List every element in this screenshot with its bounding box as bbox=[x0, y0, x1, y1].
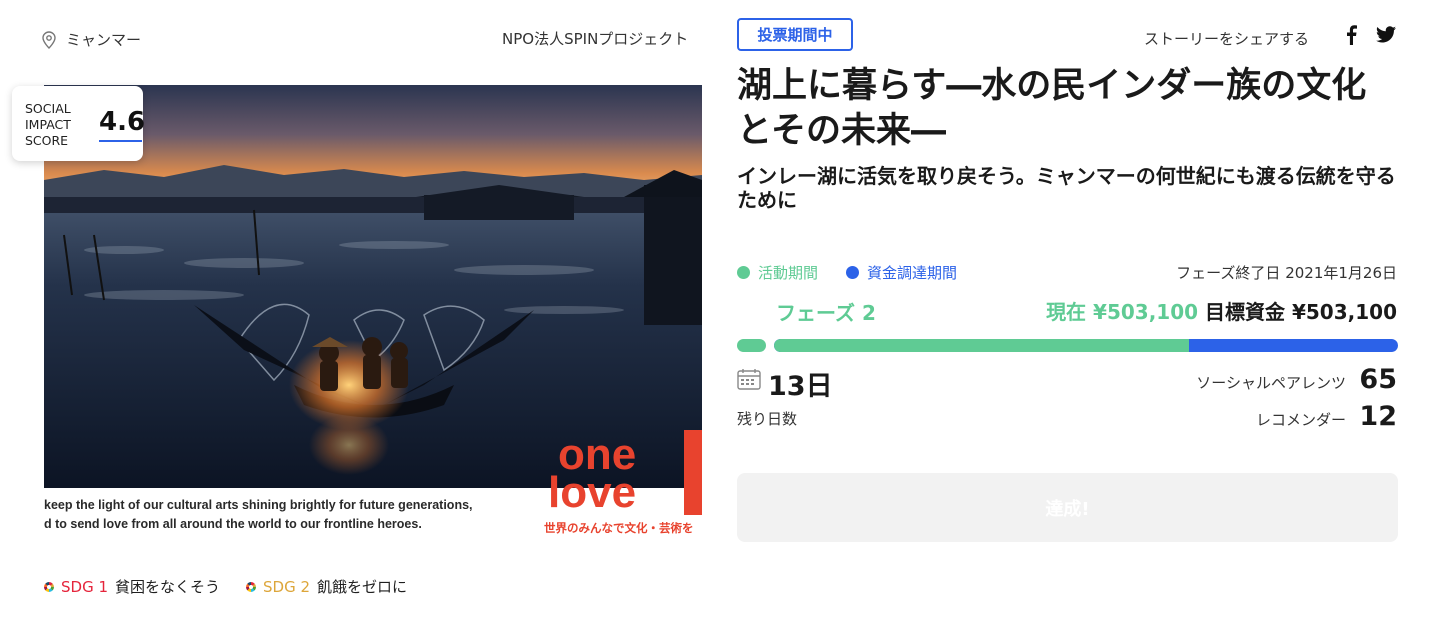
period-legend: 活動期間 資金調達期間 bbox=[737, 262, 957, 283]
twitter-icon[interactable] bbox=[1376, 26, 1396, 47]
sdg-code: SDG 2 bbox=[263, 577, 311, 596]
location-text: ミャンマー bbox=[66, 31, 142, 49]
current-amount: 現在 ¥503,100 bbox=[1046, 300, 1199, 324]
score-value: 4.6 bbox=[99, 107, 146, 137]
goal-amount: 目標資金 ¥503,100 bbox=[1205, 300, 1397, 324]
caption-line-1: keep the light of our cultural arts shin… bbox=[44, 498, 473, 512]
recommenders-count: 12 bbox=[1359, 401, 1397, 432]
previous-phase-bar bbox=[737, 339, 766, 352]
social-parents-count: 65 bbox=[1359, 364, 1397, 395]
voting-status-badge: 投票期間中 bbox=[737, 18, 853, 51]
sdg-item-2[interactable]: SDG 2 飢餓をゼロに bbox=[246, 576, 407, 597]
social-parents-label: ソーシャルペアレンツ bbox=[1196, 374, 1346, 392]
legend-funding: 資金調達期間 bbox=[846, 262, 957, 283]
organization-link[interactable]: NPO法人SPINプロジェクト bbox=[502, 28, 688, 49]
sdg-wheel-icon bbox=[44, 581, 54, 592]
legend-activity-label: 活動期間 bbox=[758, 264, 819, 282]
funding-summary: 現在 ¥503,100 目標資金 ¥503,100 bbox=[1046, 296, 1397, 325]
score-underline bbox=[99, 140, 142, 142]
phase-end-date: フェーズ終了日 2021年1月26日 bbox=[1176, 264, 1397, 282]
phase-progress-bar bbox=[774, 339, 1398, 352]
project-title: 湖上に暮らす―水の民インダー族の文化とその未来― bbox=[737, 66, 1367, 151]
facebook-icon[interactable] bbox=[1344, 25, 1358, 49]
location: ミャンマー bbox=[42, 29, 141, 50]
caption-line-2: d to send love from all around the world… bbox=[44, 517, 422, 531]
calendar-icon bbox=[737, 368, 761, 394]
logo-tagline: 世界のみんなで文化・芸術を bbox=[544, 521, 694, 535]
map-pin-icon bbox=[42, 30, 56, 49]
achieved-button[interactable]: 達成! bbox=[737, 473, 1398, 542]
share-label: ストーリーをシェアする bbox=[1144, 30, 1310, 48]
sdg-item-1[interactable]: SDG 1 貧困をなくそう bbox=[44, 576, 220, 597]
days-left-value: 13日 bbox=[768, 371, 833, 402]
sdg-list: SDG 1 貧困をなくそう SDG 2 飢餓をゼロに bbox=[44, 576, 407, 597]
social-impact-score: SOCIAL IMPACT SCORE 4.6 bbox=[12, 86, 146, 161]
phase-name: フェーズ 2 bbox=[776, 301, 876, 325]
recommenders-label: レコメンダー bbox=[1255, 411, 1346, 429]
sdg-text: 飢餓をゼロに bbox=[317, 578, 408, 596]
legend-funding-label: 資金調達期間 bbox=[867, 264, 958, 282]
blue-dot-icon bbox=[846, 266, 860, 279]
sdg-code: SDG 1 bbox=[61, 577, 109, 596]
days-left-label: 残り日数 bbox=[737, 410, 798, 428]
activity-period-fill bbox=[774, 339, 1189, 352]
project-subtitle: インレー湖に活気を取り戻そう。ミャンマーの何世紀にも渡る伝統を守るために bbox=[737, 164, 1396, 212]
sdg-text: 貧困をなくそう bbox=[115, 578, 221, 596]
green-dot-icon bbox=[737, 266, 750, 279]
sdg-wheel-icon bbox=[246, 581, 257, 592]
logo-love: love bbox=[548, 468, 636, 517]
score-label: SOCIAL IMPACT SCORE bbox=[25, 101, 71, 148]
legend-activity: 活動期間 bbox=[737, 262, 818, 283]
